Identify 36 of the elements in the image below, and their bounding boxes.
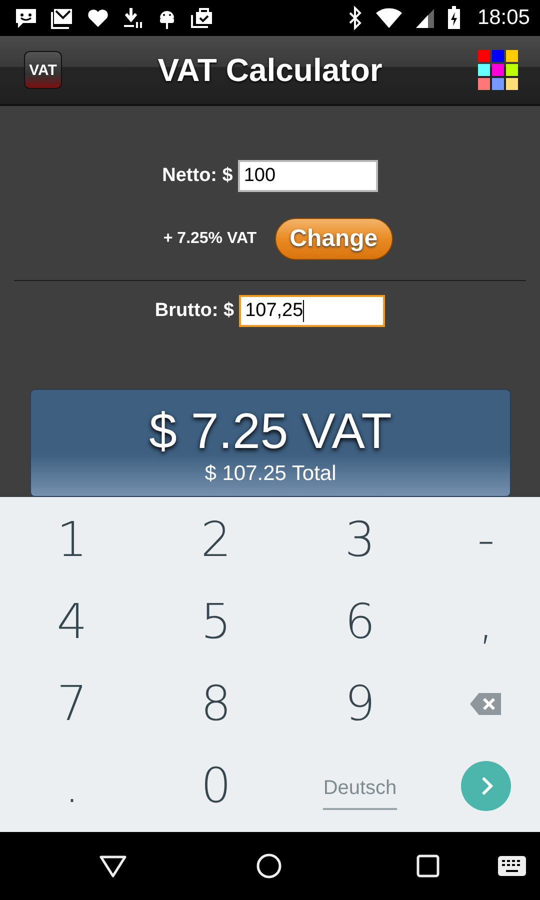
key[interactable]: . (58, 758, 86, 814)
total-amount: $ 107.25 Total (204, 462, 336, 486)
key[interactable]: - (471, 512, 501, 568)
input-field[interactable]: 107,25 (239, 295, 386, 327)
battery-icon (447, 6, 462, 30)
briefcase-icon (190, 6, 214, 30)
vat-rate: + 7.25% VAT (163, 230, 257, 248)
vat-amount: $ 7.25 VAT (149, 402, 392, 460)
key[interactable]: 6 (338, 594, 382, 650)
field-label: Brutto: $ (154, 300, 234, 322)
color-grid-icon[interactable] (478, 50, 518, 90)
field-label: Netto: $ (162, 165, 233, 187)
clock: 18:05 (477, 6, 530, 30)
input-field[interactable]: 100 (238, 160, 378, 192)
key[interactable]: 7 (50, 676, 94, 732)
back-icon[interactable] (99, 854, 127, 878)
key[interactable]: 3 (338, 512, 382, 568)
mail-icon (50, 6, 74, 30)
home-icon[interactable] (256, 853, 282, 879)
message-icon (14, 6, 38, 30)
key[interactable]: 1 (50, 512, 94, 568)
key[interactable]: 8 (194, 676, 238, 732)
wifi-icon (375, 6, 404, 30)
download-icon (122, 6, 144, 30)
key[interactable]: 5 (194, 594, 238, 650)
key[interactable]: 2 (194, 512, 238, 568)
key[interactable]: 4 (50, 594, 94, 650)
app-logo[interactable]: VAT (24, 51, 62, 89)
backspace-icon[interactable] (469, 692, 503, 716)
app-title: VAT Calculator (156, 52, 384, 88)
bluetooth-icon (347, 6, 364, 30)
key[interactable]: , (472, 594, 500, 650)
key[interactable]: 9 (338, 676, 382, 732)
key[interactable]: 0 (194, 758, 238, 814)
keyboard-icon[interactable] (498, 856, 526, 876)
recent-apps-icon[interactable] (416, 854, 440, 878)
